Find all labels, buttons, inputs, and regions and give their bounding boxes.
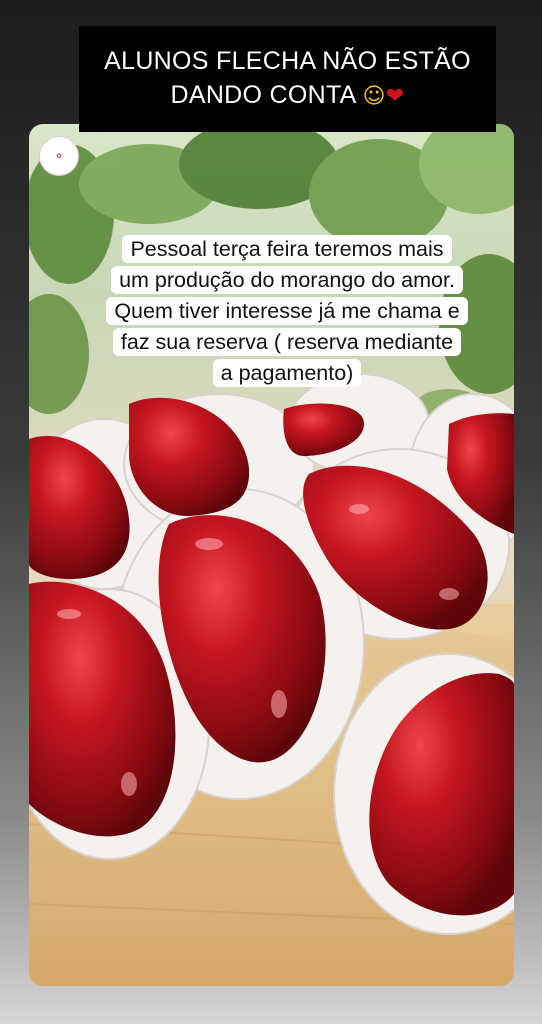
caption-line-4: faz sua reserva ( reserva mediante (112, 328, 462, 356)
bakery-logo-icon: ✿ (39, 136, 79, 176)
story-caption: Pessoal terça feira teremos mais um prod… (87, 234, 487, 389)
red-heart-icon: ❤ (385, 84, 405, 109)
caption-line-5: a pagamento) (212, 359, 362, 387)
story-photo: ✿ Pessoal terça feira teremos mais um pr… (29, 124, 514, 986)
story-header-banner: ALUNOS FLECHA NÃO ESTÃO DANDO CONTA ☺❤ (79, 26, 496, 132)
pleading-face-icon: ☺ (362, 84, 386, 109)
caption-line-2: um produção do morango do amor. (111, 266, 463, 294)
caption-line-3: Quem tiver interesse já me chama e (106, 297, 468, 325)
header-line-1: ALUNOS FLECHA NÃO ESTÃO (104, 47, 471, 75)
caption-line-1: Pessoal terça feira teremos mais (122, 235, 452, 263)
header-line-2-wrap: DANDO CONTA ☺❤ (170, 78, 404, 114)
header-line-2: DANDO CONTA (170, 81, 356, 109)
